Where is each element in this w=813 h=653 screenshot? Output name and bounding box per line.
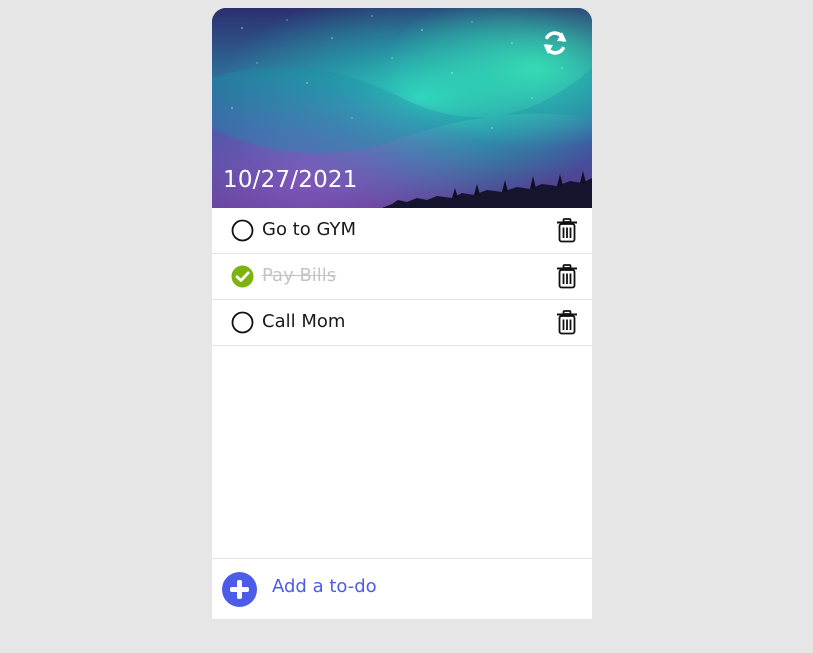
trash-icon[interactable]	[556, 218, 578, 243]
add-todo-label[interactable]: Add a to-do	[272, 576, 377, 597]
checked-circle-icon[interactable]	[231, 265, 254, 288]
todo-item: Pay Bills	[212, 254, 592, 300]
add-todo-button[interactable]	[222, 572, 257, 607]
header-image: 10/27/2021	[212, 8, 592, 208]
todo-card: 10/27/2021 Go to GYM Pay Bills Call Mom …	[212, 8, 592, 619]
todo-text: Go to GYM	[262, 219, 357, 240]
trash-icon[interactable]	[556, 310, 578, 335]
todo-item: Call Mom	[212, 300, 592, 346]
todo-item: Go to GYM	[212, 208, 592, 254]
unchecked-circle-icon[interactable]	[231, 311, 254, 334]
todo-list: Go to GYM Pay Bills Call Mom	[212, 208, 592, 346]
todo-text: Call Mom	[262, 311, 346, 332]
trash-icon[interactable]	[556, 264, 578, 289]
date-label: 10/27/2021	[223, 167, 358, 193]
add-todo-bar: Add a to-do	[212, 558, 592, 619]
unchecked-circle-icon[interactable]	[231, 219, 254, 242]
todo-text: Pay Bills	[262, 265, 337, 286]
refresh-icon[interactable]	[540, 28, 570, 58]
